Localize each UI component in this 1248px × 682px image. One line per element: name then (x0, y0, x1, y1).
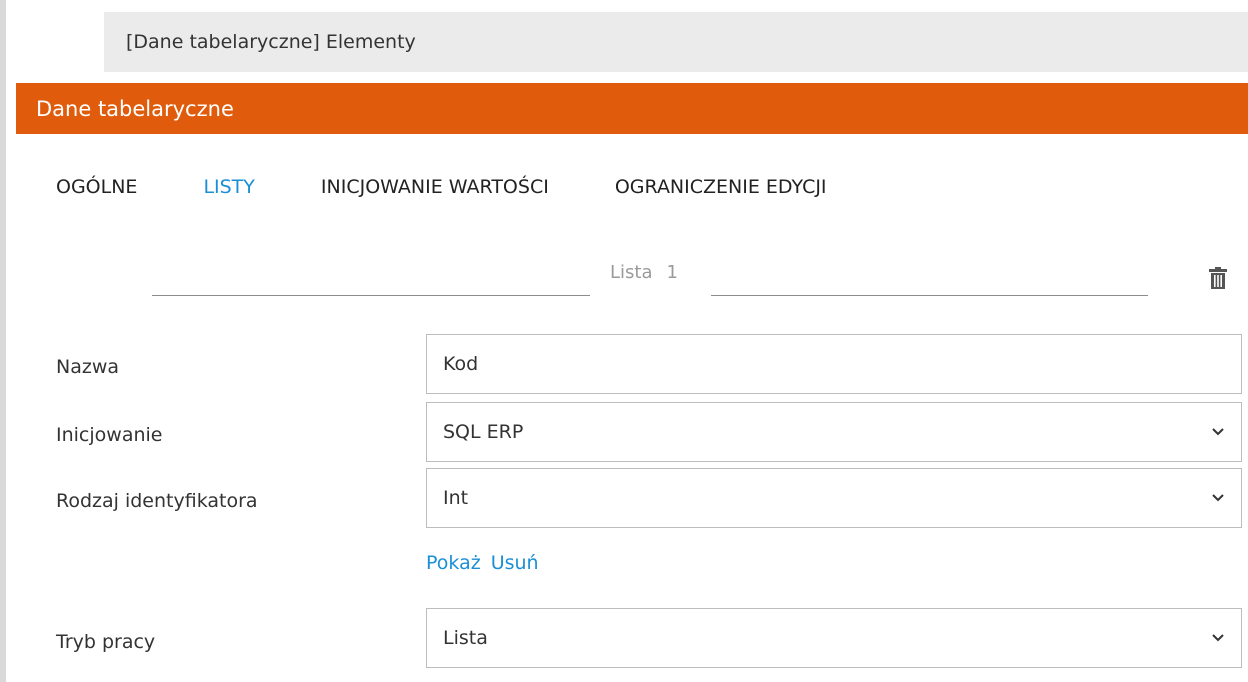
show-link[interactable]: Pokaż (426, 552, 481, 574)
inicjowanie-select[interactable]: SQL ERP (426, 402, 1242, 462)
chevron-down-icon (1212, 634, 1224, 642)
list-section-header: Lista 1 (152, 258, 1148, 298)
tryb-pracy-select[interactable]: Lista (426, 608, 1242, 668)
nazwa-label: Nazwa (56, 356, 120, 378)
tab-listy[interactable]: LISTY (203, 176, 254, 198)
rodzaj-identyfikatora-value: Int (443, 487, 469, 509)
tab-inicjowanie-wartosci[interactable]: INICJOWANIE WARTOŚCI (321, 176, 549, 198)
tab-bar: OGÓLNE LISTY INICJOWANIE WARTOŚCI OGRANI… (56, 176, 893, 198)
rodzaj-identyfikatora-label: Rodzaj identyfikatora (56, 490, 258, 512)
action-links: Pokaż Usuń (426, 552, 539, 574)
tab-ogolne[interactable]: OGÓLNE (56, 176, 137, 198)
list-label-text: Lista (610, 262, 653, 283)
section-title-bar: Dane tabelaryczne (16, 83, 1248, 134)
divider-right (711, 295, 1148, 296)
window-left-border (0, 0, 6, 682)
tryb-pracy-label: Tryb pracy (56, 631, 156, 653)
trash-icon[interactable] (1208, 266, 1228, 290)
list-number: 1 (666, 262, 678, 283)
breadcrumb-text: [Dane tabelaryczne] Elementy (126, 31, 416, 53)
remove-link[interactable]: Usuń (491, 552, 539, 574)
divider-left (152, 295, 590, 296)
nazwa-value: Kod (443, 353, 479, 375)
tab-ograniczenie-edycji[interactable]: OGRANICZENIE EDYCJI (615, 176, 827, 198)
rodzaj-identyfikatora-select[interactable]: Int (426, 468, 1242, 528)
nazwa-field[interactable]: Kod (426, 334, 1242, 394)
page-title: Dane tabelaryczne (36, 96, 234, 121)
chevron-down-icon (1212, 428, 1224, 436)
inicjowanie-value: SQL ERP (443, 421, 524, 443)
tryb-pracy-value: Lista (443, 627, 488, 649)
inicjowanie-label: Inicjowanie (56, 424, 163, 446)
list-label: Lista 1 (610, 262, 678, 283)
chevron-down-icon (1212, 494, 1224, 502)
breadcrumb: [Dane tabelaryczne] Elementy (104, 12, 1248, 72)
